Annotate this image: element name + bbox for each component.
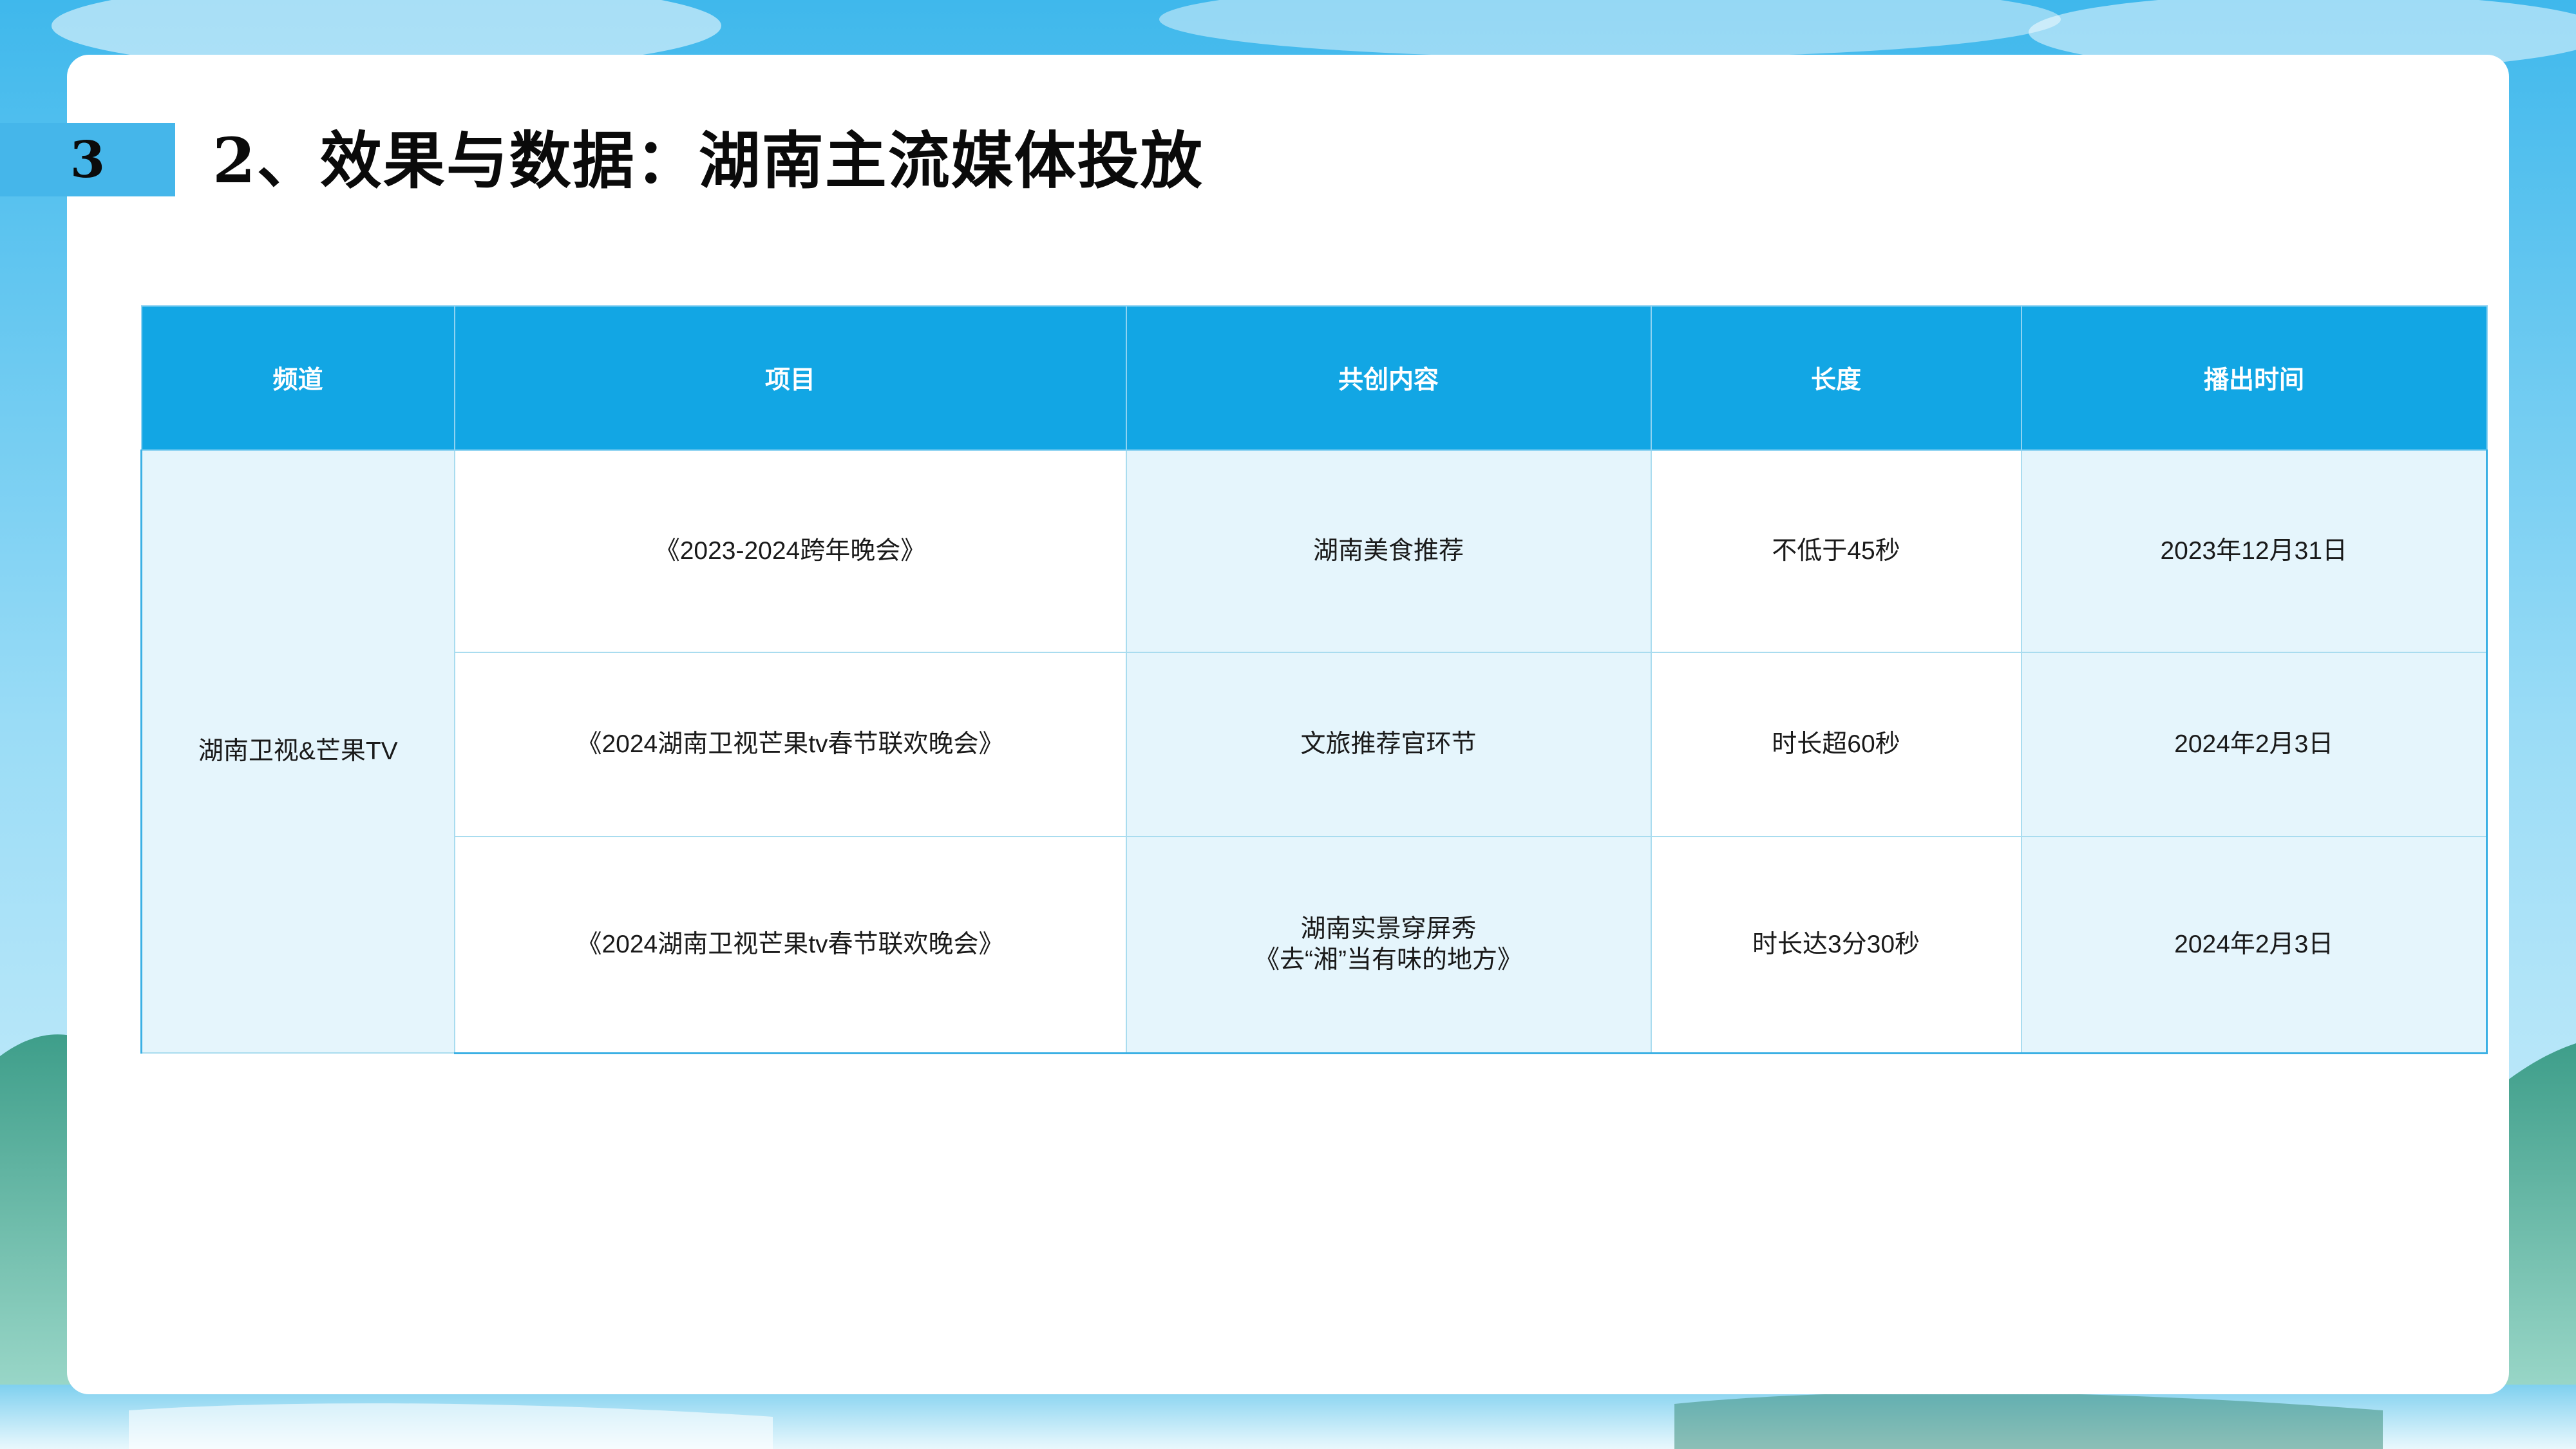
header-length: 长度 (1650, 305, 2022, 451)
cell-content: 文旅推荐官环节 (1125, 652, 1652, 837)
header-air-date: 播出时间 (2020, 305, 2488, 451)
cell-air-date: 2023年12月31日 (2020, 450, 2488, 653)
content-line: 《去“湘”当有味的地方》 (1255, 945, 1522, 974)
table-header-row: 频道 项目 共创内容 长度 播出时间 (140, 305, 2488, 451)
cell-project: 《2023-2024跨年晚会》 (453, 450, 1127, 653)
header-project: 项目 (453, 305, 1127, 451)
cell-air-date: 2024年2月3日 (2020, 836, 2488, 1054)
table-row: 《2024湖南卫视芒果tv春节联欢晚会》 湖南实景穿屏秀 《去“湘”当有味的地方… (142, 836, 2488, 1054)
cell-content: 湖南实景穿屏秀 《去“湘”当有味的地方》 (1125, 836, 1652, 1054)
cell-content: 湖南美食推荐 (1125, 450, 1652, 653)
cell-project: 《2024湖南卫视芒果tv春节联欢晚会》 (453, 836, 1127, 1054)
cell-length: 时长超60秒 (1650, 652, 2022, 837)
cell-length: 不低于45秒 (1650, 450, 2022, 653)
cell-length: 时长达3分30秒 (1650, 836, 2022, 1054)
header-channel: 频道 (140, 305, 455, 451)
content-line: 湖南实景穿屏秀 (1300, 914, 1477, 943)
cell-air-date: 2024年2月3日 (2020, 652, 2488, 837)
table-row: 《2024湖南卫视芒果tv春节联欢晚会》 文旅推荐官环节 时长超60秒 2024… (142, 652, 2488, 837)
media-placement-table: 频道 项目 共创内容 长度 播出时间 湖南卫视&芒果TV 《2023-2024跨… (140, 305, 2488, 1054)
cell-channel: 湖南卫视&芒果TV (140, 450, 455, 1054)
cell-project: 《2024湖南卫视芒果tv春节联欢晚会》 (453, 652, 1127, 837)
table-row: 湖南卫视&芒果TV 《2023-2024跨年晚会》 湖南美食推荐 不低于45秒 … (140, 450, 2488, 1054)
slide-number-badge: 3 (0, 123, 175, 196)
page-title: 2、效果与数据：湖南主流媒体投放 (213, 124, 1204, 197)
header-content: 共创内容 (1125, 305, 1652, 451)
content-line: 湖南美食推荐 (1312, 537, 1464, 565)
content-line: 文旅推荐官环节 (1300, 730, 1477, 758)
